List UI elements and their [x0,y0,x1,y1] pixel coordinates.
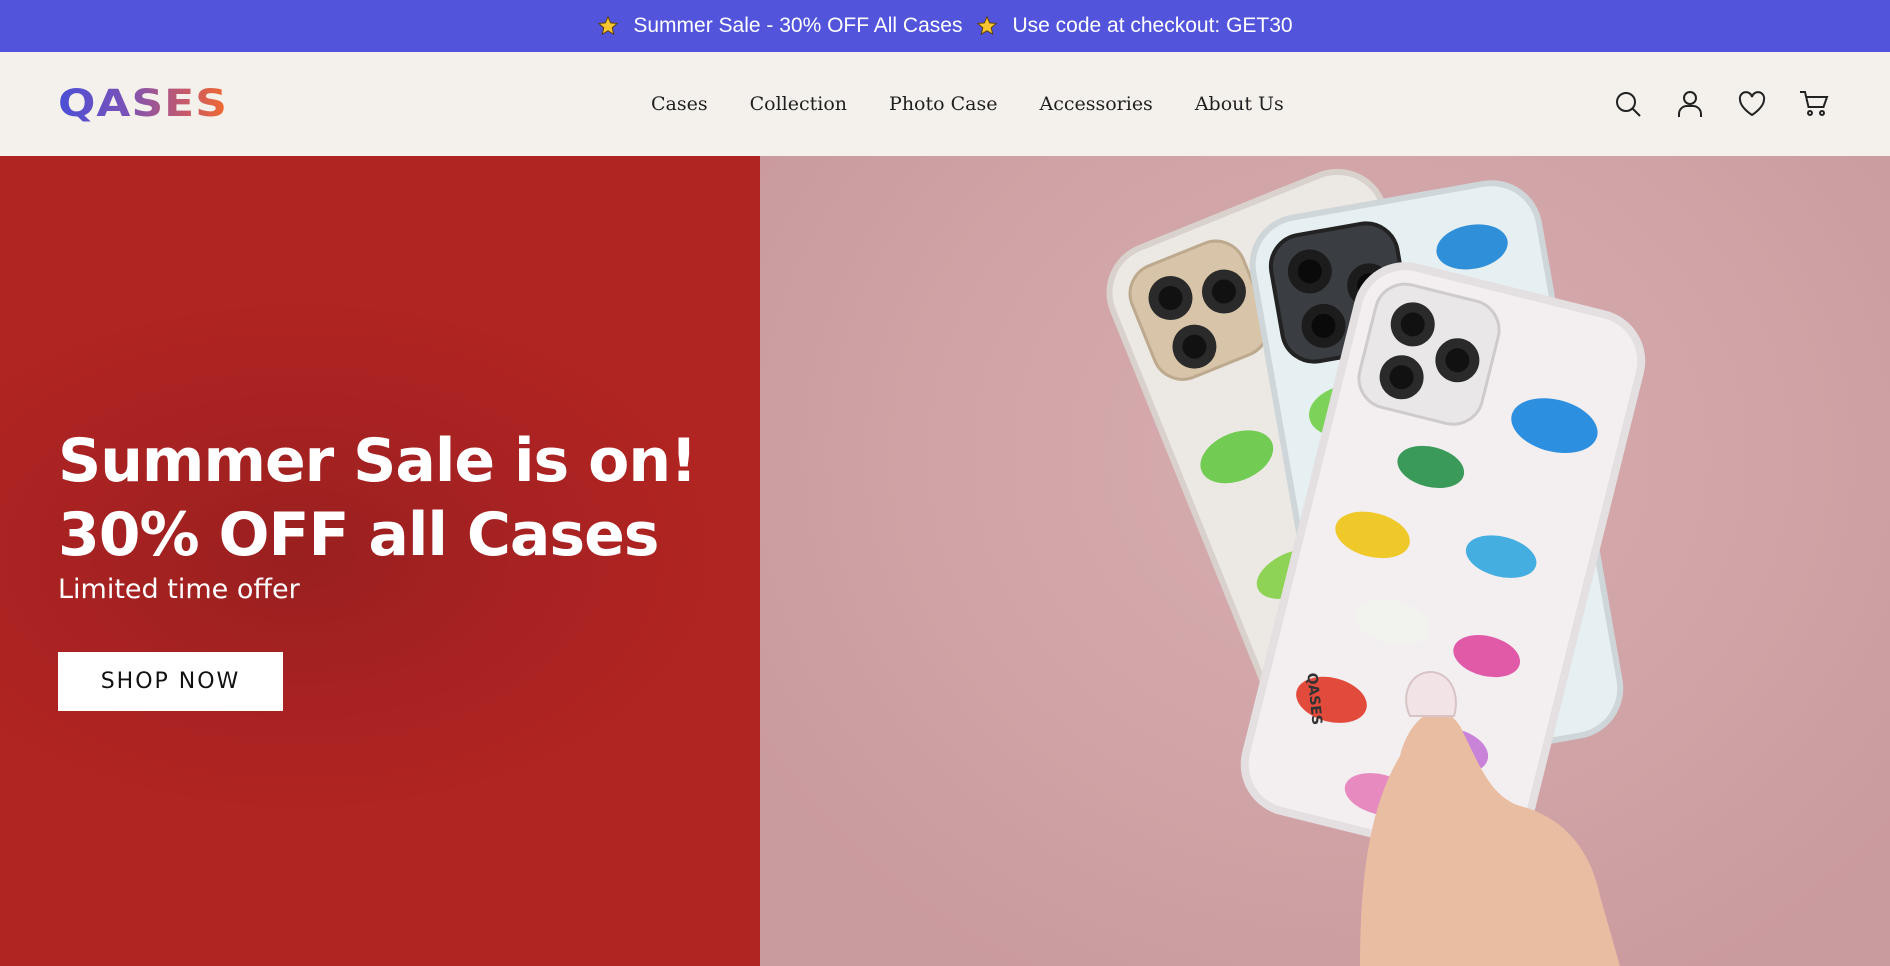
hero-headline: Summer Sale is on! 30% OFF all Cases [58,424,697,572]
announcement-text: Summer Sale - 30% OFF All Cases [633,14,963,37]
site-header: QASES Cases Collection Photo Case Access… [0,52,1890,156]
hero-image: QASES [760,156,1890,966]
nav-item-collection[interactable]: Collection [750,93,847,115]
hero-headline-line-1: Summer Sale is on! [58,426,697,496]
star-icon [976,15,998,37]
announcement-code-text: Use code at checkout: GET30 [1012,14,1293,37]
nav-item-accessories[interactable]: Accessories [1039,93,1152,115]
search-icon[interactable] [1612,88,1644,120]
hero-banner: Summer Sale is on! 30% OFF all Cases Lim… [0,156,1890,966]
cart-icon[interactable] [1798,88,1830,120]
wishlist-heart-icon[interactable] [1736,88,1768,120]
nav-item-cases[interactable]: Cases [651,93,708,115]
nav-item-about-us[interactable]: About Us [1195,93,1284,115]
announcement-bar: Summer Sale - 30% OFF All Cases Use code… [0,0,1890,52]
hero-subheadline: Limited time offer [58,574,300,605]
hero-headline-line-2: 30% OFF all Cases [58,500,660,570]
star-icon [597,15,619,37]
site-logo[interactable]: QASES [58,85,228,122]
header-icons [1612,52,1830,156]
nav-item-photo-case[interactable]: Photo Case [889,93,997,115]
account-icon[interactable] [1674,88,1706,120]
shop-now-button[interactable]: SHOP NOW [58,652,283,711]
phone-cases-photo: QASES [1095,157,1652,966]
hero-text-panel: Summer Sale is on! 30% OFF all Cases Lim… [0,156,760,966]
main-nav: Cases Collection Photo Case Accessories … [630,52,1305,156]
